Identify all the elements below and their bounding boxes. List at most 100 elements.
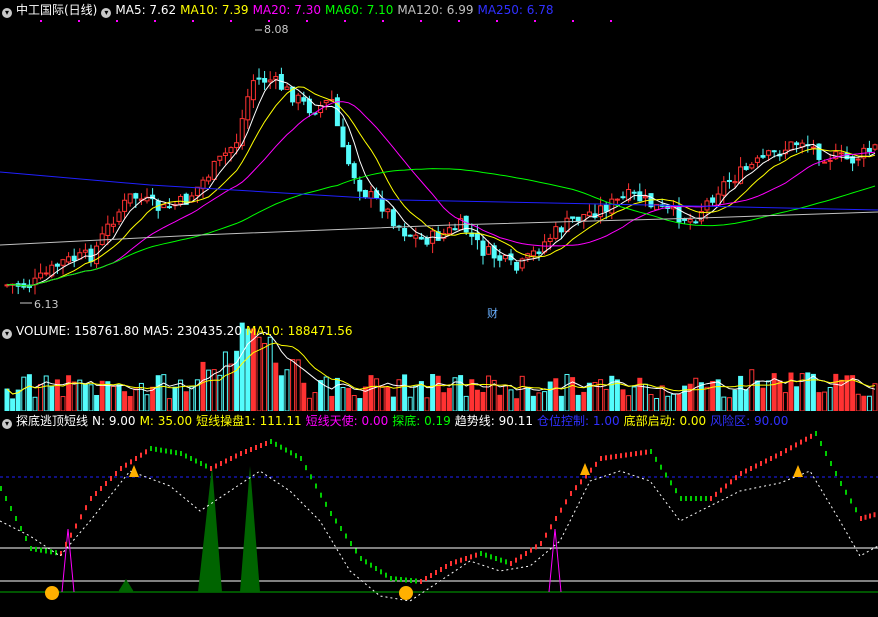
oscillator-segment	[530, 547, 532, 553]
oscillator-segment	[285, 447, 287, 453]
angel-spike	[240, 466, 260, 592]
candle-body	[536, 251, 542, 254]
volume-bar	[676, 393, 682, 411]
volume-bar	[446, 387, 452, 411]
ma60-line	[6, 168, 876, 287]
candle-body	[682, 218, 688, 221]
oscillator-segment	[745, 468, 747, 474]
indicator-name[interactable]: 探底逃顶短线	[16, 414, 88, 428]
settings-icon[interactable]: ▾	[101, 8, 112, 18]
bottom-start-value: 底部启动: 0.00	[623, 414, 707, 428]
candle-body	[872, 144, 878, 150]
volume-bar	[816, 392, 822, 411]
oscillator-segment	[245, 449, 247, 454]
bottom-start-icon	[399, 586, 413, 600]
volume-ma10-line	[6, 342, 876, 395]
candle-body	[603, 204, 609, 212]
candle-body	[166, 206, 172, 209]
oscillator-segment	[375, 566, 377, 571]
volume-bar	[474, 389, 480, 411]
volume-bar	[822, 391, 828, 411]
oscillator-segment	[740, 471, 742, 476]
oscillator-segment	[330, 511, 332, 516]
candle-body	[110, 223, 116, 227]
volume-panel[interactable]: ▾ VOLUME: 158761.80 MA5: 230435.20 MA10: 18…	[0, 321, 878, 411]
volume-bar	[850, 375, 856, 411]
volume-bar	[172, 386, 178, 411]
volume-bar	[872, 383, 878, 411]
volume-bar	[749, 369, 755, 411]
price-header: ▾ 中工国际(日线) ▾ MA5: 7.62 MA10: 7.39 MA20: 7.30 M…	[2, 3, 558, 18]
oscillator-segment	[170, 449, 172, 455]
ma60-value: MA60: 7.10	[325, 3, 394, 17]
stock-title[interactable]: 中工国际(日线)	[16, 3, 97, 17]
collapse-icon[interactable]: ▾	[2, 419, 12, 429]
oscillator-segment	[425, 576, 427, 581]
oscillator-segment	[755, 463, 757, 469]
volume-bar	[144, 394, 150, 411]
volume-bar	[508, 389, 514, 411]
indicator-chart[interactable]	[0, 411, 878, 617]
candlestick-chart[interactable]	[0, 0, 878, 321]
ma10-value: MA10: 7.39	[180, 3, 249, 17]
oscillator-segment	[610, 454, 612, 460]
volume-bar	[654, 398, 660, 411]
ma5-value: MA5: 7.62	[115, 3, 177, 17]
oscillator-segment	[225, 458, 227, 464]
oscillator-segment	[615, 453, 617, 459]
volume-bar	[721, 396, 727, 411]
oscillator-segment	[305, 465, 307, 471]
oscillator-segment	[10, 506, 12, 511]
candle-body	[222, 152, 228, 157]
collapse-icon[interactable]: ▾	[2, 329, 12, 339]
volume-bar	[743, 389, 749, 411]
oscillator-segment	[790, 445, 792, 451]
candle-body	[474, 232, 480, 241]
probe-spike	[61, 528, 75, 593]
oscillator-segment	[205, 463, 207, 469]
oscillator-segment	[420, 579, 422, 584]
indicator-panel[interactable]: ▾ 探底逃顶短线 N: 9.00 M: 35.00 短线操盘1: 111.11 短线天使:…	[0, 411, 878, 617]
oscillator-segment	[265, 441, 267, 446]
candle-body	[749, 163, 755, 169]
candle-body	[200, 179, 206, 190]
oscillator-segment	[540, 541, 542, 546]
signal-dot	[40, 20, 42, 22]
oscillator-segment	[185, 453, 187, 459]
probe-spike	[548, 528, 562, 593]
oscillator-segment	[815, 431, 817, 436]
oscillator-segment	[550, 524, 552, 530]
candle-body	[105, 223, 111, 236]
volume-bar	[189, 386, 195, 411]
oscillator-segment	[675, 488, 677, 494]
volume-bar	[385, 387, 391, 411]
oscillator-segment	[275, 441, 277, 447]
angel-spike	[198, 466, 222, 592]
candle-body	[295, 94, 301, 104]
oscillator-segment	[795, 442, 797, 448]
oscillator-segment	[325, 501, 327, 507]
price-panel[interactable]: ▾ 中工国际(日线) ▾ MA5: 7.62 MA10: 7.39 MA20: 7.30 M…	[0, 0, 878, 321]
oscillator-segment	[560, 507, 562, 513]
candle-body	[385, 208, 391, 213]
volume-bar	[26, 374, 32, 411]
candle-body	[743, 166, 749, 170]
oscillator-segment	[535, 544, 537, 550]
candle-body	[228, 147, 234, 154]
volume-bar	[4, 388, 10, 411]
finance-marker[interactable]: 财	[487, 305, 498, 321]
volume-bar	[407, 396, 413, 411]
oscillator-segment	[705, 496, 707, 501]
candle-body	[122, 199, 128, 212]
volume-bar	[458, 375, 464, 411]
oscillator-segment	[605, 455, 607, 461]
candle-body	[480, 240, 486, 256]
collapse-icon[interactable]: ▾	[2, 8, 12, 18]
oscillator-segment	[390, 576, 392, 581]
candle-body	[637, 191, 643, 202]
oscillator-segment	[215, 463, 217, 469]
oscillator-segment	[30, 546, 32, 551]
oscillator-segment	[110, 476, 112, 481]
candle-body	[558, 227, 564, 233]
volume-bar	[278, 375, 284, 411]
